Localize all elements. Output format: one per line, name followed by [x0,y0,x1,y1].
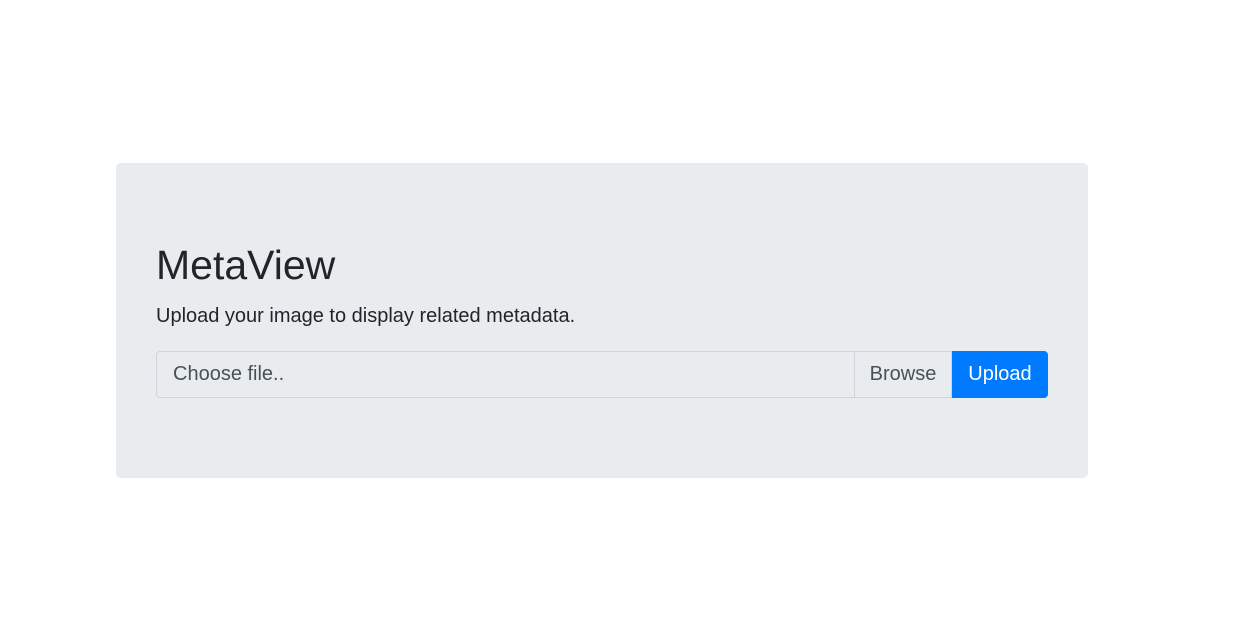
page-description: Upload your image to display related met… [156,305,576,327]
file-input[interactable]: Choose file.. [156,351,854,398]
jumbotron-panel: MetaView Upload your image to display re… [116,163,1088,478]
file-input-placeholder: Choose file.. [173,363,285,385]
upload-form: Choose file.. Browse Upload [156,351,1048,398]
upload-button[interactable]: Upload [952,351,1048,398]
browse-button[interactable]: Browse [854,351,952,398]
page-title: MetaView [156,242,336,288]
